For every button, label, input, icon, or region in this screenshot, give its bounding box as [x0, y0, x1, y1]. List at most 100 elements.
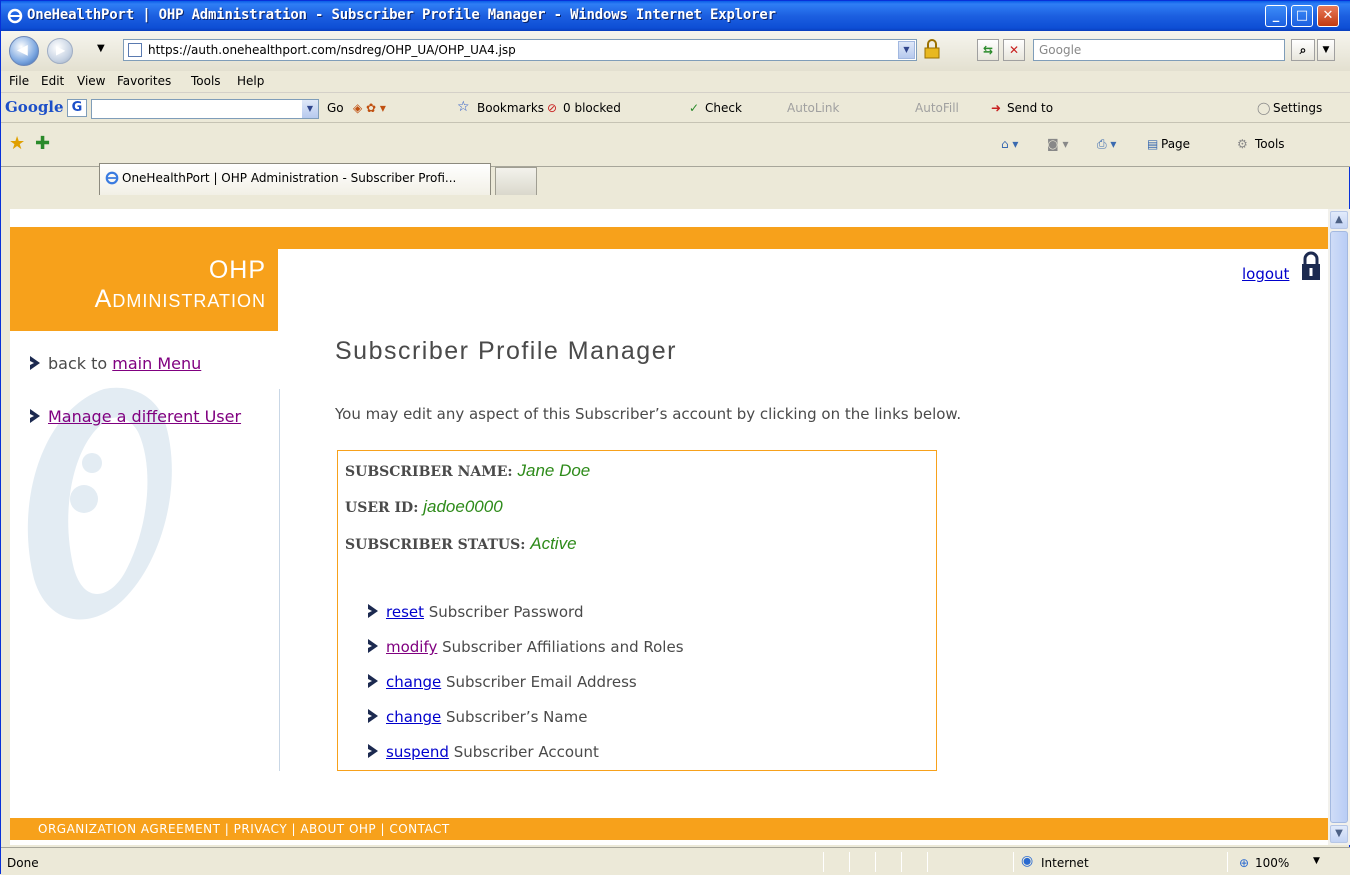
reset-link[interactable]: reset [386, 603, 424, 621]
field-label: USER ID: [345, 500, 419, 516]
title-bar: OneHealthPort | OHP Administration - Sub… [1, 1, 1350, 31]
scroll-down-button[interactable]: ▼ [1330, 825, 1348, 843]
go-button[interactable]: Go [327, 101, 344, 115]
sendto-icon: ➜ [991, 101, 1002, 115]
search-options-icon[interactable]: ▼ [1317, 39, 1335, 61]
chevron-right-icon [30, 409, 40, 423]
status-divider [823, 852, 824, 872]
scroll-thumb[interactable] [1330, 231, 1348, 823]
new-tab-button[interactable] [495, 167, 537, 195]
option-reset-password: reset Subscriber Password [366, 603, 583, 621]
logo-line2: Administration [94, 285, 266, 313]
scroll-up-button[interactable]: ▲ [1330, 211, 1348, 229]
manage-user-link[interactable]: Manage a different User [48, 407, 241, 426]
field-value: jadoe0000 [423, 497, 503, 516]
status-divider [1227, 852, 1228, 872]
zoom-dropdown-icon[interactable]: ▼ [1313, 856, 1320, 866]
logout-link[interactable]: logout [1242, 265, 1289, 283]
maximize-button[interactable]: □ [1291, 5, 1313, 27]
menu-favorites[interactable]: Favorites [117, 74, 171, 88]
address-dropdown-icon[interactable]: ▼ [898, 41, 915, 59]
lock-icon[interactable] [921, 38, 943, 60]
autofill-button[interactable]: AutoFill [915, 101, 959, 115]
change-email-link[interactable]: change [386, 673, 441, 691]
forward-button[interactable]: ▶ [47, 38, 73, 64]
tools-menu[interactable]: Tools [1255, 137, 1285, 151]
favorites-star-icon[interactable]: ★ [9, 133, 25, 154]
check-button[interactable]: Check [705, 101, 742, 115]
status-divider [1013, 852, 1014, 872]
modify-link[interactable]: modify [386, 638, 437, 656]
suspend-link[interactable]: suspend [386, 743, 449, 761]
manage-different-user: Manage a different User [28, 407, 241, 426]
refresh-button[interactable]: ⇆ [977, 39, 999, 61]
settings-icon: ◯ [1257, 101, 1271, 115]
pagerank-icon[interactable]: ◈ ✿ ▾ [353, 101, 386, 115]
chevron-right-icon [368, 744, 378, 758]
minimize-button[interactable]: _ [1265, 5, 1287, 27]
google-dropdown-icon[interactable]: ▼ [302, 100, 318, 118]
print-icon[interactable]: ⎙ ▾ [1097, 137, 1116, 152]
option-text: Subscriber Account [448, 743, 599, 761]
option-text: Subscriber’s Name [441, 708, 588, 726]
browser-window: OneHealthPort | OHP Administration - Sub… [0, 0, 1350, 875]
field-value: Active [530, 534, 577, 553]
padlock-icon[interactable] [1300, 251, 1322, 281]
ie-icon [7, 8, 23, 24]
stop-button[interactable]: ✕ [1003, 39, 1025, 61]
page-icon-small: ▤ [1147, 137, 1159, 151]
footer-links[interactable]: ORGANIZATION AGREEMENT | PRIVACY | ABOUT… [10, 818, 1328, 840]
sidebar-divider [279, 389, 280, 771]
tab-active[interactable]: OneHealthPort | OHP Administration - Sub… [99, 163, 491, 195]
menu-tools[interactable]: Tools [191, 74, 221, 88]
chevron-right-icon [30, 356, 40, 370]
close-button[interactable]: ✕ [1317, 5, 1339, 27]
chevron-right-icon [368, 709, 378, 723]
tab-ie-icon [105, 171, 119, 185]
zoom-icon: ⊕ [1239, 856, 1250, 870]
change-name-link[interactable]: change [386, 708, 441, 726]
menu-edit[interactable]: Edit [41, 74, 64, 88]
page-title: Subscriber Profile Manager [335, 337, 677, 365]
page-menu[interactable]: Page [1161, 137, 1190, 151]
back-to-main-menu: back to main Menu [28, 354, 201, 373]
bookmarks-button[interactable]: Bookmarks [477, 101, 544, 115]
status-divider [875, 852, 876, 872]
page-icon [128, 43, 142, 57]
status-bar: Done ◉ Internet ⊕ 100% ▼ [1, 847, 1350, 875]
back-prefix: back to [48, 354, 113, 373]
sendto-button[interactable]: Send to [1007, 101, 1053, 115]
back-button[interactable]: ◀ [9, 36, 39, 66]
status-text: Done [7, 856, 39, 870]
home-icon[interactable]: ⌂ ▾ [1001, 137, 1018, 151]
address-input[interactable]: https://auth.onehealthport.com/nsdreg/OH… [148, 43, 516, 57]
search-input[interactable]: Google [1033, 39, 1285, 61]
subscriber-panel: SUBSCRIBER NAME: Jane Doe USER ID: jadoe… [337, 450, 937, 771]
google-g-icon[interactable]: G [67, 99, 87, 117]
blocked-button[interactable]: 0 blocked [563, 101, 621, 115]
ohp-logo: OHP Administration [10, 249, 278, 331]
spellcheck-icon: ✓ [689, 101, 700, 115]
option-modify-affiliations: modify Subscriber Affiliations and Roles [366, 638, 684, 656]
vertical-scrollbar[interactable]: ▲ ▼ [1328, 209, 1350, 845]
google-toolbar: Google G ▼ Go ◈ ✿ ▾ ☆ Bookmarks ⊘ 0 bloc… [1, 93, 1350, 123]
header-bar [10, 227, 1328, 249]
menu-help[interactable]: Help [237, 74, 264, 88]
zoom-level[interactable]: 100% [1255, 856, 1289, 870]
google-search-input[interactable]: ▼ [91, 99, 319, 119]
tab-label: OneHealthPort | OHP Administration - Sub… [122, 171, 457, 185]
bookmarks-star-icon: ☆ [457, 99, 470, 115]
option-text: Subscriber Password [424, 603, 584, 621]
settings-button[interactable]: Settings [1273, 101, 1322, 115]
address-bar[interactable]: https://auth.onehealthport.com/nsdreg/OH… [123, 39, 917, 61]
status-divider [901, 852, 902, 872]
search-icon[interactable]: ⌕ [1291, 39, 1315, 61]
main-menu-link[interactable]: main Menu [112, 354, 201, 373]
feeds-icon[interactable]: ◙ ▾ [1047, 137, 1068, 151]
option-text: Subscriber Email Address [441, 673, 637, 691]
add-favorites-icon[interactable]: ✚ [35, 133, 50, 154]
menu-file[interactable]: File [9, 74, 29, 88]
menu-view[interactable]: View [77, 74, 105, 88]
history-dropdown-icon[interactable]: ▼ [97, 43, 105, 54]
autolink-button[interactable]: AutoLink [787, 101, 839, 115]
